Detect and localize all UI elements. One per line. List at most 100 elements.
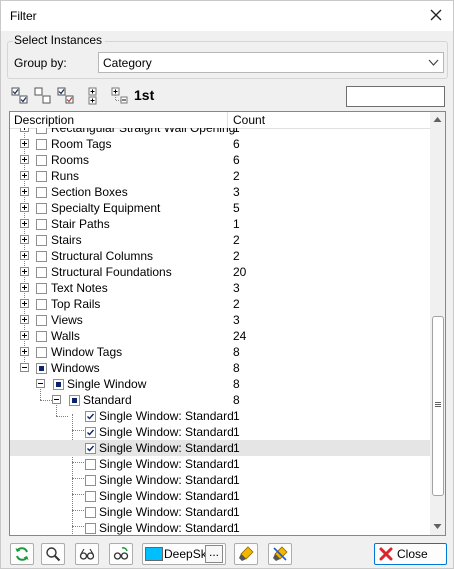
row-checkbox[interactable] bbox=[69, 395, 80, 406]
row-checkbox[interactable] bbox=[36, 267, 47, 278]
expand-icon[interactable] bbox=[20, 267, 29, 276]
color-picker[interactable]: DeepSky ... bbox=[142, 543, 226, 565]
reset-view-button[interactable] bbox=[109, 543, 133, 565]
row-checkbox[interactable] bbox=[36, 219, 47, 230]
tree-row[interactable]: Single Window: Standard 1 bbox=[10, 488, 430, 504]
row-checkbox[interactable] bbox=[85, 523, 96, 534]
tree-row[interactable]: Stairs 2 bbox=[10, 232, 430, 248]
row-count: 8 bbox=[233, 345, 240, 359]
row-checkbox[interactable] bbox=[53, 379, 64, 390]
expand-icon[interactable] bbox=[20, 331, 29, 340]
tree-row[interactable]: Single Window: Standard 1 bbox=[10, 408, 430, 424]
expand-icon[interactable] bbox=[20, 187, 29, 196]
tree-row[interactable]: Single Window: Standard 1 bbox=[10, 456, 430, 472]
scroll-up-icon[interactable] bbox=[433, 116, 442, 123]
first-level-icon[interactable]: 1st bbox=[134, 87, 154, 103]
tree-row[interactable]: Text Notes 3 bbox=[10, 280, 430, 296]
tree-row[interactable]: Single Window: Standard 1 bbox=[10, 440, 430, 456]
tree-row[interactable]: Walls 24 bbox=[10, 328, 430, 344]
row-checkbox[interactable] bbox=[85, 507, 96, 518]
expand-icon[interactable] bbox=[20, 251, 29, 260]
expand-icon[interactable] bbox=[20, 347, 29, 356]
tree-row[interactable]: Rooms 6 bbox=[10, 152, 430, 168]
row-checkbox[interactable] bbox=[85, 475, 96, 486]
zoom-button[interactable] bbox=[41, 543, 65, 565]
close-button[interactable]: Close bbox=[374, 543, 447, 565]
column-header-description[interactable]: Description bbox=[14, 113, 74, 127]
refresh-icon bbox=[15, 547, 29, 561]
expand-all-icon[interactable] bbox=[87, 87, 105, 105]
row-checkbox[interactable] bbox=[36, 315, 47, 326]
invert-check-icon[interactable] bbox=[57, 87, 75, 105]
tree-row[interactable]: Structural Columns 2 bbox=[10, 248, 430, 264]
group-by-combo[interactable]: Category bbox=[98, 52, 444, 73]
row-checkbox[interactable] bbox=[85, 491, 96, 502]
vertical-scrollbar[interactable] bbox=[430, 112, 445, 535]
expand-icon[interactable] bbox=[20, 315, 29, 324]
scroll-thumb[interactable] bbox=[432, 316, 444, 496]
tree-row[interactable]: Room Tags 6 bbox=[10, 136, 430, 152]
row-checkbox[interactable] bbox=[36, 347, 47, 358]
expand-icon[interactable] bbox=[20, 155, 29, 164]
row-checkbox[interactable] bbox=[36, 171, 47, 182]
expand-icon[interactable] bbox=[20, 299, 29, 308]
row-checkbox[interactable] bbox=[36, 331, 47, 342]
clear-color-button[interactable] bbox=[268, 543, 292, 565]
row-checkbox[interactable] bbox=[36, 155, 47, 166]
instances-tree-grid[interactable]: Description Count Rectangular Straight W… bbox=[9, 111, 446, 536]
color-more-button[interactable]: ... bbox=[205, 545, 223, 563]
search-input[interactable] bbox=[346, 86, 445, 107]
expand-icon[interactable] bbox=[20, 235, 29, 244]
expand-icon[interactable] bbox=[20, 128, 29, 132]
row-checkbox[interactable] bbox=[85, 459, 96, 470]
tree-row[interactable]: Single Window: Standard 1 bbox=[10, 504, 430, 520]
row-checkbox[interactable] bbox=[85, 411, 96, 422]
tree-row[interactable]: Section Boxes 3 bbox=[10, 184, 430, 200]
row-checkbox[interactable] bbox=[36, 128, 47, 134]
isolate-button[interactable] bbox=[75, 543, 99, 565]
row-checkbox[interactable] bbox=[36, 251, 47, 262]
collapse-all-icon[interactable] bbox=[110, 87, 128, 105]
collapse-icon[interactable] bbox=[52, 395, 61, 404]
check-all-icon[interactable] bbox=[11, 87, 29, 105]
apply-color-button[interactable] bbox=[234, 543, 258, 565]
tree-row[interactable]: Single Window: Standard 1 bbox=[10, 424, 430, 440]
row-checkbox[interactable] bbox=[36, 235, 47, 246]
expand-icon[interactable] bbox=[20, 283, 29, 292]
tree-row[interactable]: Single Window 8 bbox=[10, 376, 430, 392]
row-checkbox[interactable] bbox=[85, 443, 96, 454]
tree-row[interactable]: Structural Foundations 20 bbox=[10, 264, 430, 280]
row-checkbox[interactable] bbox=[36, 203, 47, 214]
scroll-down-icon[interactable] bbox=[433, 523, 442, 530]
row-checkbox[interactable] bbox=[36, 299, 47, 310]
tree-row[interactable]: Single Window: Standard 1 bbox=[10, 520, 430, 535]
collapse-icon[interactable] bbox=[20, 363, 29, 372]
row-checkbox[interactable] bbox=[36, 363, 47, 374]
tree-row[interactable]: Windows 8 bbox=[10, 360, 430, 376]
tree-row[interactable]: Stair Paths 1 bbox=[10, 216, 430, 232]
row-count: 1 bbox=[233, 128, 240, 135]
tree-row[interactable]: Runs 2 bbox=[10, 168, 430, 184]
collapse-icon[interactable] bbox=[36, 379, 45, 388]
tree-row[interactable]: Window Tags 8 bbox=[10, 344, 430, 360]
close-icon[interactable] bbox=[427, 6, 445, 24]
tree-row[interactable]: Standard 8 bbox=[10, 392, 430, 408]
expand-icon[interactable] bbox=[20, 203, 29, 212]
expand-icon[interactable] bbox=[20, 139, 29, 148]
column-header-count[interactable]: Count bbox=[233, 113, 265, 127]
tree-row[interactable]: Views 3 bbox=[10, 312, 430, 328]
uncheck-all-icon[interactable] bbox=[34, 87, 52, 105]
row-checkbox[interactable] bbox=[36, 283, 47, 294]
tree-row[interactable]: Top Rails 2 bbox=[10, 296, 430, 312]
refresh-button[interactable] bbox=[10, 543, 34, 565]
row-checkbox[interactable] bbox=[36, 139, 47, 150]
tree-row[interactable]: Rectangular Straight Wall Opening 1 bbox=[10, 128, 430, 136]
column-separator[interactable] bbox=[227, 112, 228, 128]
tree-row[interactable]: Single Window: Standard 1 bbox=[10, 472, 430, 488]
row-label: Rectangular Straight Wall Opening bbox=[51, 128, 236, 135]
expand-icon[interactable] bbox=[20, 219, 29, 228]
row-checkbox[interactable] bbox=[36, 187, 47, 198]
tree-row[interactable]: Specialty Equipment 5 bbox=[10, 200, 430, 216]
row-checkbox[interactable] bbox=[85, 427, 96, 438]
expand-icon[interactable] bbox=[20, 171, 29, 180]
